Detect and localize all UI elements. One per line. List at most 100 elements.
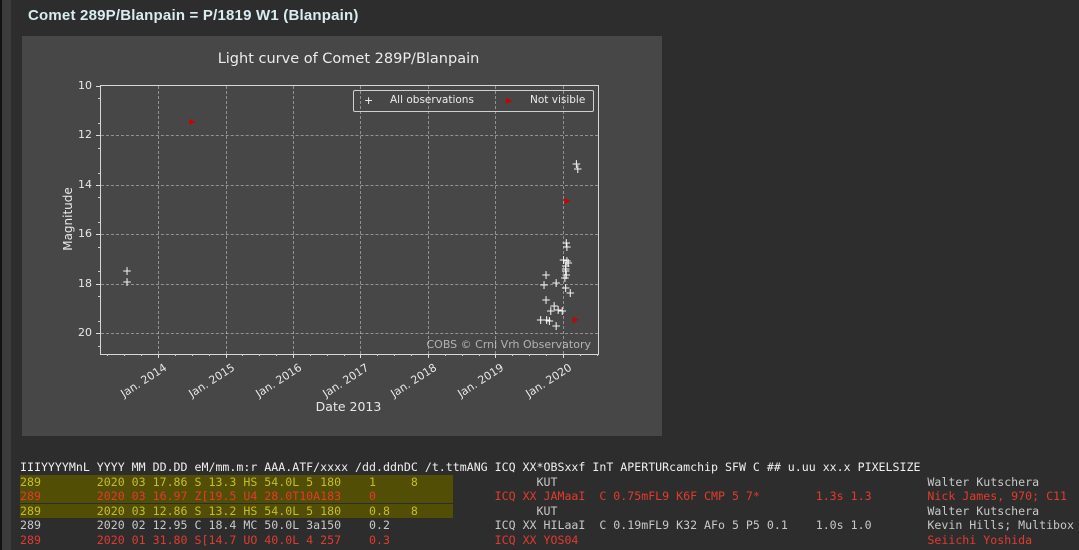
x-axis-minor-tick — [259, 354, 260, 356]
y-axis-major-tick — [96, 284, 100, 285]
x-axis-minor-tick — [242, 354, 243, 356]
triangle-right-marker-icon: ▶ — [506, 97, 512, 105]
x-axis-minor-tick — [462, 354, 463, 356]
y-axis-minor-tick — [98, 197, 100, 198]
y-axis-minor-tick — [98, 98, 100, 99]
x-axis-minor-tick — [546, 354, 547, 356]
x-axis-minor-tick — [276, 354, 277, 356]
x-axis-major-tick — [495, 354, 496, 358]
plot-area: + All observations ▶ Not visible COBS © … — [100, 85, 599, 355]
grid-line-vertical — [158, 86, 159, 354]
grid-line-vertical — [428, 86, 429, 354]
y-axis-tick-label: 18 — [66, 277, 92, 290]
grid-line-horizontal — [101, 135, 598, 136]
y-axis-minor-tick — [98, 247, 100, 248]
x-axis-minor-tick — [377, 354, 378, 356]
x-axis-major-tick — [360, 354, 361, 358]
table-row[interactable]: 289 2020 03 16.97 Z[19.5 U4 28.0T10A183 … — [20, 489, 1074, 504]
y-axis-minor-tick — [98, 222, 100, 223]
y-axis-tick-label: 10 — [66, 79, 92, 92]
cobs-watermark: COBS © Crni Vrh Observatory — [426, 338, 591, 351]
x-axis-minor-tick — [310, 354, 311, 356]
data-point-observation: + — [557, 304, 567, 316]
table-row-left-segment: 289 2020 03 12.86 S 13.2 HS 54.0L 5 180 … — [20, 504, 453, 518]
grid-line-vertical — [495, 86, 496, 354]
table-row-left-segment: 289 2020 03 17.86 S 13.3 HS 54.0L 5 180 … — [20, 475, 453, 489]
y-axis-tick-label: 12 — [66, 128, 92, 141]
y-axis-major-tick — [96, 333, 100, 334]
table-row-right-segment: ICQ XX HILaaI C 0.19mFL9 K32 AFo 5 P5 0.… — [453, 518, 1074, 532]
page-title: Comet 289P/Blanpain = P/1819 W1 (Blanpai… — [28, 7, 359, 24]
x-axis-major-tick — [158, 354, 159, 358]
y-axis-minor-tick — [98, 346, 100, 347]
table-row-right-segment: KUT Walter Kutschera — [453, 475, 1039, 489]
y-axis-minor-tick — [98, 296, 100, 297]
plus-marker-icon: + — [364, 95, 373, 106]
light-curve-chart-panel: Light curve of Comet 289P/Blanpain Magni… — [22, 36, 662, 436]
grid-line-horizontal — [101, 284, 598, 285]
x-axis-minor-tick — [580, 354, 581, 356]
data-point-observation: + — [541, 268, 551, 280]
y-axis-major-tick — [96, 185, 100, 186]
x-axis-minor-tick — [209, 354, 210, 356]
y-axis-minor-tick — [98, 173, 100, 174]
y-axis-major-tick — [96, 135, 100, 136]
table-row-right-segment: ICQ XX YOS04 Seiichi Yoshida — [453, 533, 1032, 547]
x-axis-minor-tick — [394, 354, 395, 356]
x-axis-minor-tick — [107, 354, 108, 356]
table-row[interactable]: 289 2020 03 17.86 S 13.3 HS 54.0L 5 180 … — [20, 475, 1074, 490]
data-point-not-visible: ▶ — [565, 197, 571, 205]
data-point-observation: + — [565, 287, 575, 299]
x-axis-minor-tick — [529, 354, 530, 356]
grid-line-horizontal — [101, 185, 598, 186]
grid-line-vertical — [293, 86, 294, 354]
observation-table-header: IIIYYYYMnL YYYY MM DD.DD eM/mm.m:r AAA.A… — [20, 460, 1074, 475]
table-row-right-segment: KUT Walter Kutschera — [453, 504, 1039, 518]
legend-not-visible-label: Not visible — [530, 94, 585, 106]
x-axis-minor-tick — [192, 354, 193, 356]
x-axis-major-tick — [226, 354, 227, 358]
data-point-observation: + — [561, 268, 571, 280]
y-axis-minor-tick — [98, 321, 100, 322]
y-axis-label: Magnitude — [61, 187, 75, 251]
grid-line-horizontal — [101, 234, 598, 235]
y-axis-major-tick — [96, 234, 100, 235]
x-axis-minor-tick — [597, 354, 598, 356]
data-point-observation: + — [551, 320, 561, 332]
data-point-observation: + — [573, 163, 583, 175]
table-row-left-segment: 289 2020 03 16.97 Z[19.5 U4 28.0T10A183 … — [20, 489, 453, 503]
table-row-right-segment: ICQ XX JAMaaI C 0.75mFL9 K6F CMP 5 7* 1.… — [453, 489, 1067, 503]
left-edge-gray-bar — [2, 0, 11, 550]
x-axis-minor-tick — [124, 354, 125, 356]
x-axis-major-tick — [293, 354, 294, 358]
data-point-observation: + — [563, 257, 573, 269]
y-axis-tick-label: 20 — [66, 326, 92, 339]
y-axis-tick-label: 16 — [66, 227, 92, 240]
grid-line-vertical — [226, 86, 227, 354]
y-axis-minor-tick — [98, 148, 100, 149]
x-axis-minor-tick — [512, 354, 513, 356]
data-point-not-visible: ▶ — [573, 316, 579, 324]
legend-all-observations-label: All observations — [390, 94, 474, 106]
grid-line-horizontal — [101, 333, 598, 334]
data-point-observation: + — [122, 276, 132, 288]
x-axis-minor-tick — [141, 354, 142, 356]
table-row-left-segment: 289 2020 01 31.80 S[14.7 UO 40.0L 4 257 … — [20, 533, 453, 547]
x-axis-minor-tick — [327, 354, 328, 356]
table-row[interactable]: 289 2020 01 31.80 S[14.7 UO 40.0L 4 257 … — [20, 533, 1074, 548]
data-point-not-visible: ▶ — [189, 118, 195, 126]
x-axis-minor-tick — [411, 354, 412, 356]
x-axis-minor-tick — [175, 354, 176, 356]
x-axis-minor-tick — [445, 354, 446, 356]
table-row-left-segment: 289 2020 02 12.95 C 18.4 MC 50.0L 3a150 … — [20, 518, 453, 532]
y-axis-minor-tick — [98, 271, 100, 272]
table-row[interactable]: 289 2020 02 12.95 C 18.4 MC 50.0L 3a150 … — [20, 518, 1074, 533]
x-axis-minor-tick — [344, 354, 345, 356]
y-axis-tick-label: 14 — [66, 178, 92, 191]
y-axis-minor-tick — [98, 123, 100, 124]
x-axis-major-tick — [563, 354, 564, 358]
x-axis-minor-tick — [479, 354, 480, 356]
table-row[interactable]: 289 2020 03 12.86 S 13.2 HS 54.0L 5 180 … — [20, 504, 1074, 519]
x-axis-major-tick — [428, 354, 429, 358]
data-point-observation: + — [562, 241, 572, 253]
